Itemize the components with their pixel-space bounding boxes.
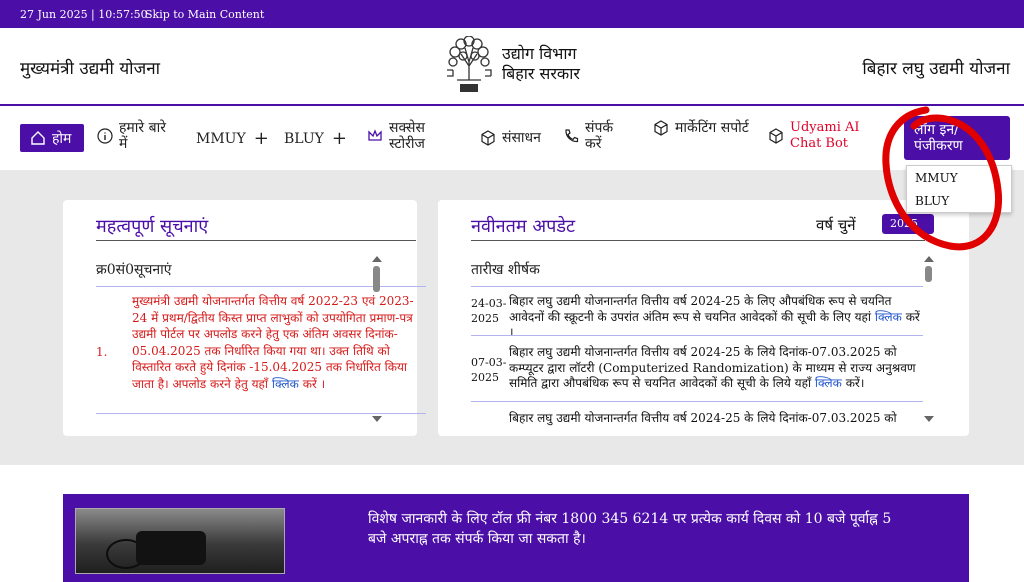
cube-icon (654, 120, 668, 136)
nav-success-label: सक्सेस स्टोरीज (389, 120, 425, 152)
updates-title: नवीनतम अपडेट (471, 216, 576, 237)
update-row: बिहार लघु उद्यमी योजनान्तर्गत वित्तीय वर… (471, 411, 923, 427)
helpline-text: विशेष जानकारी के लिए टॉल फ्री नंबर 1800 … (368, 511, 892, 547)
login-label: लॉग इन/ पंजीकरण (914, 122, 963, 154)
datetime: 27 Jun 2025 | 10:57:50 (20, 8, 148, 21)
scroll-down-icon[interactable] (372, 416, 382, 422)
bluy-title[interactable]: बिहार लघु उद्यमी योजना (862, 56, 1010, 79)
update-text: बिहार लघु उद्यमी योजनान्तर्गत वित्तीय वर… (509, 345, 921, 392)
divider (471, 401, 923, 402)
notice-number: 1. (96, 345, 108, 359)
skip-to-main-link[interactable]: Skip to Main Content (145, 8, 264, 21)
main-nav: होम हमारे बारे में MMUY + BLUY + सक्सेस … (0, 106, 1024, 170)
cube-icon (769, 128, 783, 144)
nav-home-label: होम (52, 130, 72, 147)
update-body: बिहार लघु उद्यमी योजनान्तर्गत वित्तीय वर… (509, 294, 892, 324)
telephone-image (75, 508, 285, 574)
update-click-link[interactable]: क्लिक (815, 376, 842, 390)
update-row: 07-03-2025 बिहार लघु उद्यमी योजनान्तर्गत… (471, 345, 923, 397)
login-dropdown-menu: MMUY BLUY (906, 165, 1012, 213)
nav-success-stories[interactable]: सक्सेस स्टोरीज (367, 120, 457, 152)
info-icon (97, 128, 113, 144)
divider (471, 335, 923, 336)
scroll-up-icon[interactable] (924, 256, 934, 262)
nav-about[interactable]: हमारे बारे में (97, 120, 177, 152)
scroll-up-icon[interactable] (372, 256, 382, 262)
update-date: 24-03-2025 (471, 297, 507, 325)
nav-bluy[interactable]: BLUY + (284, 128, 347, 149)
nav-chatbot-label: Udyami AI Chat Bot (790, 120, 860, 151)
updates-scrollbar[interactable] (924, 256, 934, 422)
phone-icon (565, 129, 579, 143)
plus-icon: + (253, 128, 269, 149)
nav-resources[interactable]: संसाधन (480, 128, 541, 147)
dropdown-option-mmuy[interactable]: MMUY (907, 166, 1011, 189)
scroll-down-icon[interactable] (924, 416, 934, 422)
update-date: 07-03-2025 (471, 356, 507, 384)
update-text: बिहार लघु उद्यमी योजनान्तर्गत वित्तीय वर… (509, 294, 921, 341)
department-name: उद्योग विभाग बिहार सरकार (502, 44, 580, 84)
notice-suffix: करें । (298, 376, 326, 391)
updates-column-header: तारीख शीर्षक (471, 262, 540, 278)
update-text: बिहार लघु उद्यमी योजनान्तर्गत वित्तीय वर… (509, 411, 897, 427)
nav-mmuy[interactable]: MMUY + (196, 128, 269, 149)
nav-chatbot[interactable]: Udyami AI Chat Bot (768, 120, 893, 152)
year-select[interactable]: 2025 (882, 214, 934, 234)
dropdown-option-bluy[interactable]: BLUY (907, 189, 1011, 212)
home-icon (31, 131, 45, 145)
update-click-link[interactable]: क्लिक (875, 310, 902, 324)
telephone-icon (136, 531, 206, 565)
nav-contact[interactable]: संपर्क करें (563, 120, 633, 152)
divider (96, 240, 416, 241)
bodhi-tree-emblem-icon[interactable] (443, 36, 495, 96)
update-suffix: करें। (841, 376, 865, 390)
scroll-thumb[interactable] (925, 266, 932, 282)
nav-marketing[interactable]: मार्केटिंग सपोर्ट (653, 120, 753, 136)
login-register-button[interactable]: लॉग इन/ पंजीकरण (904, 116, 1010, 160)
nav-home-button[interactable]: होम (20, 124, 84, 152)
dept-line-2: बिहार सरकार (502, 64, 580, 83)
divider (471, 240, 925, 241)
nav-about-label: हमारे बारे में (119, 120, 166, 152)
crown-icon (368, 129, 382, 141)
year-select-label: वर्ष चुनें (816, 216, 856, 234)
notice-click-link[interactable]: क्लिक (272, 377, 299, 391)
helpline-banner: विशेष जानकारी के लिए टॉल फ्री नंबर 1800 … (63, 494, 969, 582)
dept-line-1: उद्योग विभाग (502, 44, 577, 63)
updates-card: नवीनतम अपडेट वर्ष चुनें 2025 तारीख शीर्ष… (438, 200, 969, 436)
notices-scrollbar[interactable] (372, 256, 382, 422)
notices-column-header: क्र0सं0सूचनाएं (96, 262, 172, 278)
nav-bluy-label: BLUY (284, 130, 324, 147)
nav-mmuy-label: MMUY (196, 130, 246, 147)
nav-marketing-label: मार्केटिंग सपोर्ट (675, 120, 749, 136)
top-bar: 27 Jun 2025 | 10:57:50 Skip to Main Cont… (0, 0, 1024, 28)
plus-icon: + (331, 128, 347, 149)
update-row: 24-03-2025 बिहार लघु उद्यमी योजनान्तर्गत… (471, 294, 923, 339)
notices-title: महत्वपूर्ण सूचनाएं (96, 216, 209, 237)
site-header: मुख्यमंत्री उद्यमी योजना उद्योग विभाग बि… (0, 28, 1024, 106)
scroll-thumb[interactable] (373, 266, 380, 292)
mmuy-title[interactable]: मुख्यमंत्री उद्यमी योजना (20, 56, 160, 79)
cube-icon (481, 129, 495, 146)
nav-resources-label: संसाधन (502, 130, 541, 146)
divider (471, 286, 923, 287)
notices-card: महत्वपूर्ण सूचनाएं क्र0सं0सूचनाएं 1. मुख… (63, 200, 426, 436)
nav-contact-label: संपर्क करें (585, 120, 614, 152)
